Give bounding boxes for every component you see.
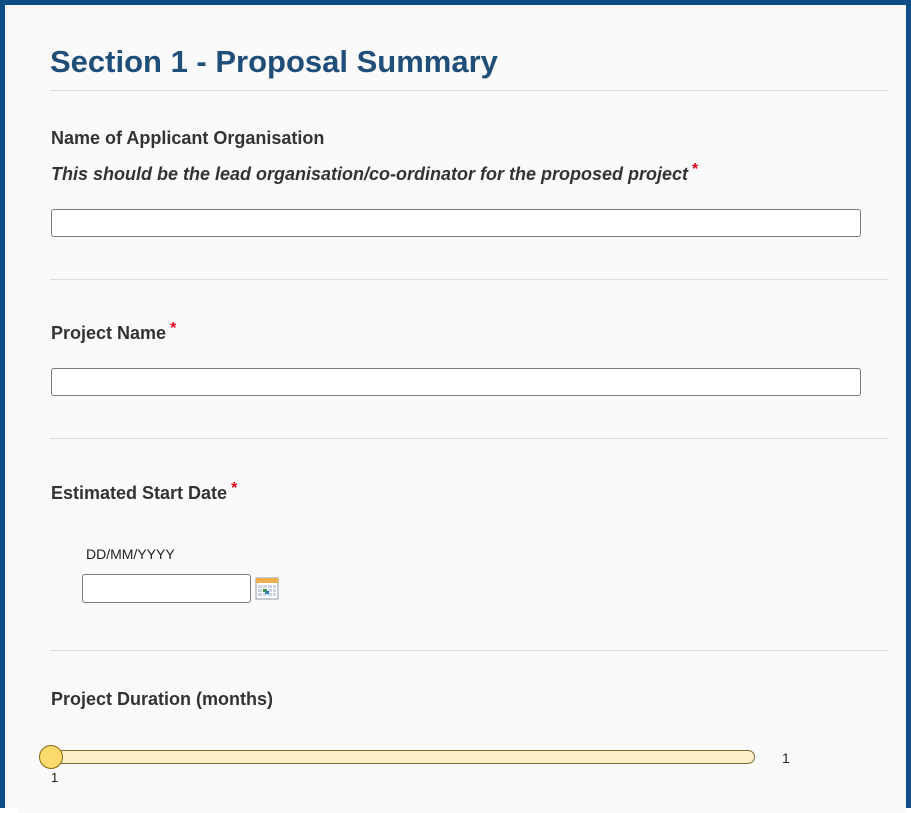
- applicant-org-label-text: Name of Applicant Organisation: [51, 128, 325, 148]
- project-name-label-text: Project Name: [51, 323, 167, 343]
- divider: [50, 279, 888, 280]
- start-date-label-text: Estimated Start Date: [51, 483, 228, 503]
- required-asterisk: *: [692, 161, 699, 178]
- project-name-input[interactable]: [51, 368, 861, 396]
- applicant-org-label: Name of Applicant Organisation: [51, 128, 324, 149]
- duration-label-text: Project Duration (months): [51, 689, 274, 709]
- date-format-hint: DD/MM/YYYY: [86, 546, 175, 562]
- divider: [50, 90, 888, 91]
- start-date-input[interactable]: [82, 574, 251, 603]
- applicant-org-hint-text: This should be the lead organisation/co-…: [51, 164, 689, 184]
- duration-label: Project Duration (months): [51, 689, 273, 710]
- calendar-icon[interactable]: [255, 576, 279, 600]
- project-name-label: Project Name *: [51, 320, 176, 344]
- page-frame: Section 1 - Proposal Summary Name of App…: [0, 0, 911, 813]
- duration-slider-track[interactable]: [42, 750, 755, 764]
- applicant-org-input[interactable]: [51, 209, 861, 237]
- duration-value: 1: [782, 750, 790, 766]
- section-title: Section 1 - Proposal Summary: [50, 44, 498, 79]
- start-date-label: Estimated Start Date *: [51, 480, 237, 504]
- applicant-org-hint: This should be the lead organisation/co-…: [51, 161, 698, 185]
- duration-slider-handle[interactable]: [39, 745, 63, 769]
- form-panel: Section 1 - Proposal Summary Name of App…: [18, 10, 905, 813]
- required-asterisk: *: [170, 320, 177, 337]
- required-asterisk: *: [231, 480, 238, 497]
- divider: [50, 438, 888, 439]
- divider: [50, 650, 888, 651]
- duration-min-label: 1: [51, 770, 59, 785]
